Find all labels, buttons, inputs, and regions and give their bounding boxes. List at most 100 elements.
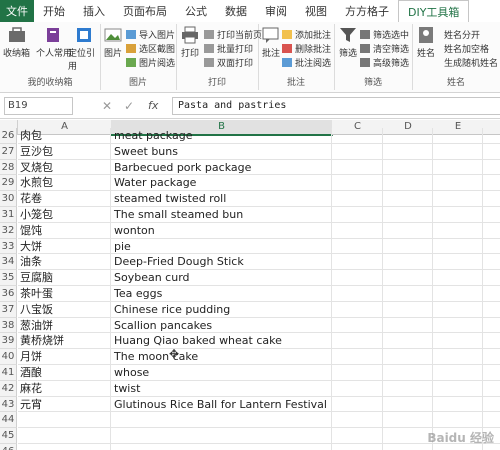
random-name-button[interactable]: 生成随机姓名 <box>444 56 498 69</box>
row-number[interactable]: 45 <box>0 428 17 444</box>
cell-a[interactable]: 元宵 <box>18 396 111 413</box>
cell-d[interactable] <box>383 191 433 207</box>
row-number[interactable]: 43 <box>0 396 17 413</box>
cell-e[interactable] <box>433 238 483 255</box>
cell-b[interactable]: Huang Qiao baked wheat cake <box>111 333 332 350</box>
advanced-filter-button[interactable]: 高级筛选 <box>360 56 409 69</box>
cell-c[interactable] <box>332 270 383 286</box>
cell-a[interactable]: 肉包 <box>18 128 111 144</box>
cell-f[interactable] <box>483 286 500 302</box>
cell-f[interactable] <box>483 239 500 255</box>
cell-d[interactable] <box>383 396 433 413</box>
cell-a[interactable] <box>18 428 111 444</box>
cell-a[interactable]: 麻花 <box>18 380 111 397</box>
cell-d[interactable] <box>383 349 433 365</box>
cell-f[interactable] <box>483 302 500 318</box>
cell-a[interactable]: 月饼 <box>18 349 111 365</box>
cell-f[interactable] <box>483 128 500 144</box>
cell-d[interactable] <box>383 412 433 429</box>
delete-comment-button[interactable]: 删除批注 <box>282 42 331 55</box>
cell-b[interactable] <box>111 412 332 429</box>
formula-input[interactable]: Pasta and pastries <box>172 97 500 115</box>
cell-b[interactable]: Barbecued pork package <box>111 159 332 176</box>
cell-d[interactable] <box>383 207 433 223</box>
cell-b[interactable]: wonton <box>111 222 332 239</box>
cell-d[interactable] <box>383 222 433 239</box>
print-button[interactable]: 打印 <box>180 26 200 59</box>
row-number[interactable]: 37 <box>0 301 17 318</box>
cell-e[interactable] <box>433 191 483 207</box>
cell-c[interactable] <box>332 238 383 255</box>
row-number[interactable]: 38 <box>0 317 17 334</box>
cell-a[interactable]: 水煎包 <box>18 175 111 192</box>
cell-a[interactable]: 小笼包 <box>18 207 111 223</box>
cell-e[interactable] <box>433 412 483 429</box>
tab-formulas[interactable]: 公式 <box>176 0 216 22</box>
cell-b[interactable]: Tea eggs <box>111 286 332 302</box>
row-number[interactable]: 27 <box>0 143 17 160</box>
cell-d[interactable] <box>383 254 433 271</box>
filter-selected-button[interactable]: 筛选选中 <box>360 28 409 41</box>
cell-e[interactable] <box>433 317 483 334</box>
locate-reference-button[interactable]: 定位引用 <box>68 26 100 72</box>
cell-a[interactable] <box>18 444 111 450</box>
filter-button[interactable]: 筛选 <box>338 26 358 59</box>
cell-a[interactable]: 八宝饭 <box>18 301 111 318</box>
cell-a[interactable]: 黄桥烧饼 <box>18 333 111 350</box>
tab-insert[interactable]: 插入 <box>74 0 114 22</box>
row-number[interactable]: 40 <box>0 349 17 365</box>
cell-d[interactable] <box>383 380 433 397</box>
cell-d[interactable] <box>383 428 433 444</box>
comment-button[interactable]: 批注 <box>261 26 281 59</box>
cell-f[interactable] <box>483 207 500 223</box>
enter-icon[interactable]: ✓ <box>124 99 134 113</box>
row-number[interactable]: 42 <box>0 380 17 397</box>
row-number[interactable]: 32 <box>0 222 17 239</box>
cell-e[interactable] <box>433 301 483 318</box>
cell-c[interactable] <box>332 444 383 450</box>
name-box[interactable]: B19 <box>4 97 73 115</box>
row-number[interactable]: 30 <box>0 191 17 207</box>
tab-page-layout[interactable]: 页面布局 <box>114 0 176 22</box>
selection-screenshot-button[interactable]: 选区截图 <box>126 42 175 55</box>
cell-c[interactable] <box>332 143 383 160</box>
cell-c[interactable] <box>332 365 383 381</box>
cell-d[interactable] <box>383 333 433 350</box>
row-number[interactable]: 26 <box>0 128 17 144</box>
cell-a[interactable]: 油条 <box>18 254 111 271</box>
cell-d[interactable] <box>383 444 433 450</box>
batch-print-button[interactable]: 批量打印 <box>204 42 253 55</box>
cell-b[interactable]: Sweet buns <box>111 143 332 160</box>
print-current-page-button[interactable]: 打印当前页 <box>204 28 262 41</box>
cell-c[interactable] <box>332 207 383 223</box>
cell-b[interactable]: whose <box>111 365 332 381</box>
cell-f[interactable] <box>483 144 500 160</box>
cell-d[interactable] <box>383 270 433 286</box>
cell-d[interactable] <box>383 365 433 381</box>
cell-d[interactable] <box>383 175 433 192</box>
cell-b[interactable]: The small steamed bun <box>111 207 332 223</box>
insert-function-button[interactable]: fx <box>148 99 158 112</box>
cell-c[interactable] <box>332 333 383 350</box>
row-number[interactable]: 34 <box>0 254 17 271</box>
cell-e[interactable] <box>433 365 483 381</box>
cell-e[interactable] <box>433 333 483 350</box>
image-button[interactable]: 图片 <box>103 26 123 59</box>
cell-c[interactable] <box>332 128 383 144</box>
cell-b[interactable] <box>111 444 332 450</box>
cell-e[interactable] <box>433 270 483 286</box>
cell-c[interactable] <box>332 380 383 397</box>
name-button[interactable]: 姓名 <box>416 26 436 59</box>
cell-c[interactable] <box>332 301 383 318</box>
cell-a[interactable]: 茶叶蛋 <box>18 286 111 302</box>
cell-f[interactable] <box>483 412 500 429</box>
cell-c[interactable] <box>332 222 383 239</box>
row-number[interactable]: 29 <box>0 175 17 192</box>
cell-f[interactable] <box>483 381 500 397</box>
storage-box-button[interactable]: 收纳箱 <box>3 26 30 59</box>
clear-filter-button[interactable]: 清空筛选 <box>360 42 409 55</box>
row-number[interactable]: 35 <box>0 270 17 286</box>
cell-f[interactable] <box>483 160 500 176</box>
cell-d[interactable] <box>383 301 433 318</box>
cell-d[interactable] <box>383 238 433 255</box>
